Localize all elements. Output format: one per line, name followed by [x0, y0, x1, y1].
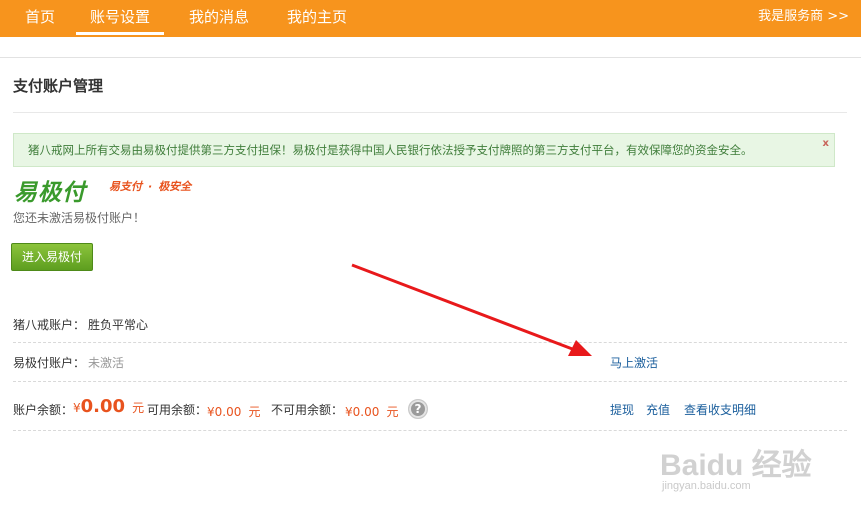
- red-arrow-annotation: [351, 263, 592, 356]
